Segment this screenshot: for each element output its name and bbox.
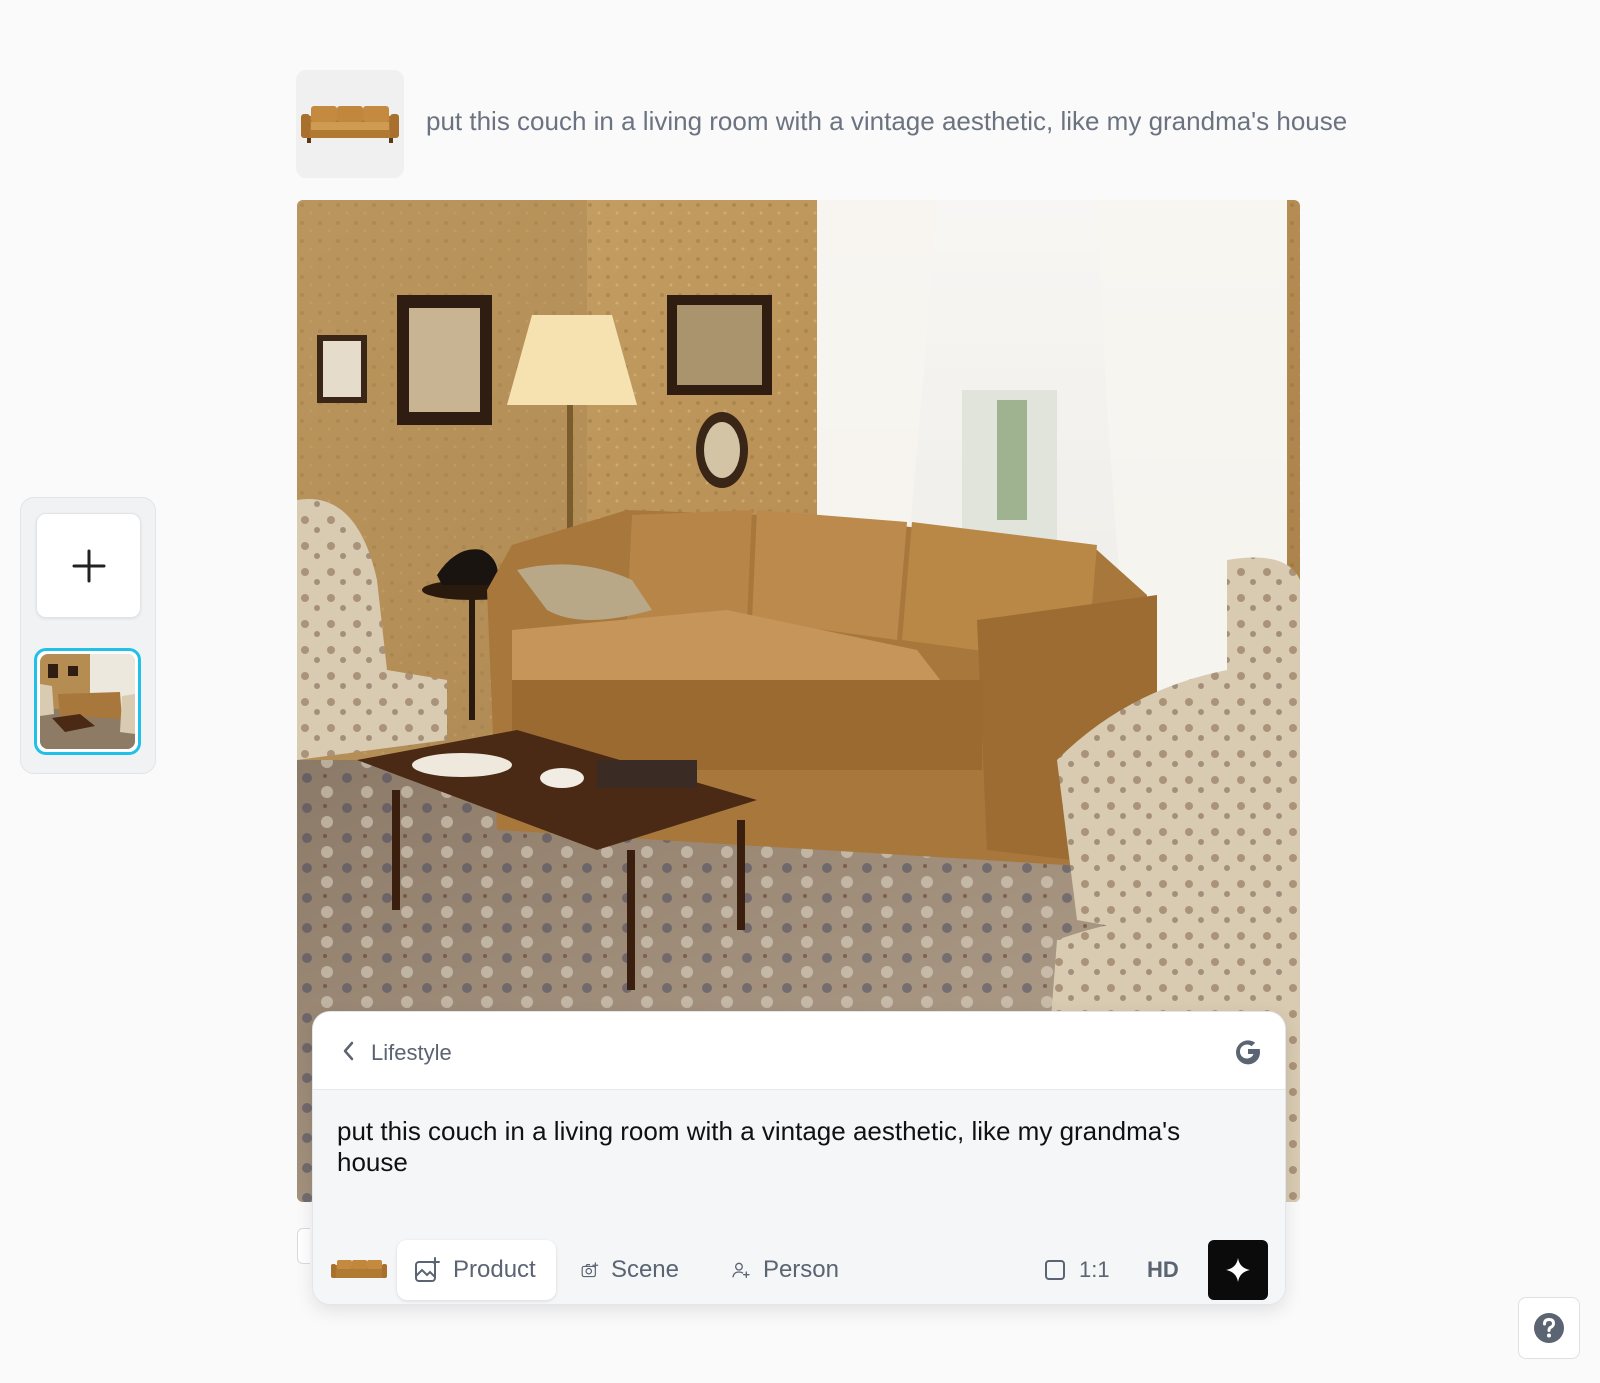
prompt-attachment-thumbnail[interactable] — [296, 70, 404, 178]
history-thumbnail-selected[interactable] — [34, 648, 141, 755]
hidden-control-edge[interactable] — [297, 1228, 310, 1264]
chevron-left-icon[interactable] — [341, 1040, 357, 1062]
product-attachment-thumbnail[interactable] — [329, 1240, 389, 1300]
aspect-ratio-value: 1:1 — [1079, 1257, 1110, 1282]
google-g-icon — [1236, 1040, 1261, 1065]
image-plus-icon — [415, 1257, 440, 1282]
help-button[interactable] — [1518, 1297, 1580, 1359]
square-icon — [1045, 1260, 1065, 1280]
mode-label[interactable]: Lifestyle — [371, 1040, 452, 1066]
question-icon — [1534, 1313, 1564, 1343]
generate-button[interactable] — [1208, 1240, 1268, 1300]
person-tool-button[interactable]: Person — [715, 1240, 855, 1300]
composer-body: put this couch in a living room with a v… — [313, 1090, 1285, 1304]
person-plus-icon — [732, 1262, 750, 1278]
quality-selector[interactable]: HD — [1147, 1240, 1179, 1300]
aspect-ratio-selector[interactable]: 1:1 — [1043, 1240, 1110, 1300]
user-prompt-text: put this couch in a living room with a v… — [426, 106, 1348, 136]
camera-plus-icon — [581, 1262, 599, 1278]
person-tool-label: Person — [762, 1256, 839, 1283]
plus-icon — [72, 549, 105, 582]
history-rail — [20, 497, 156, 774]
new-generation-button[interactable] — [36, 513, 141, 618]
product-tool-button[interactable]: Product — [397, 1240, 556, 1300]
composer-header: Lifestyle — [313, 1012, 1285, 1090]
sparkle-icon — [1226, 1258, 1250, 1282]
prompt-composer: Lifestyle put this couch in a living roo… — [312, 1011, 1286, 1305]
product-tool-label: Product — [453, 1256, 536, 1283]
scene-tool-button[interactable]: Scene — [565, 1240, 695, 1300]
prompt-textarea[interactable]: put this couch in a living room with a v… — [337, 1116, 1257, 1178]
scene-tool-label: Scene — [610, 1256, 679, 1283]
